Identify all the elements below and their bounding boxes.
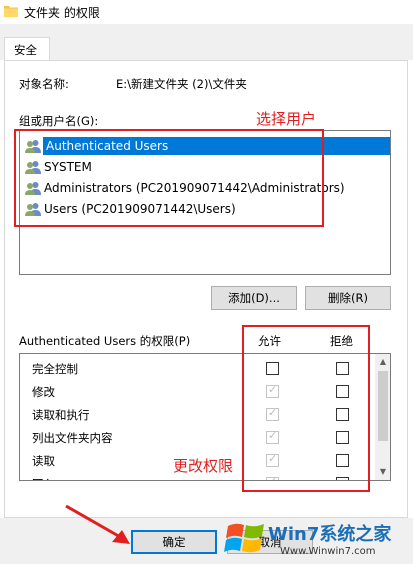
permissions-label: Authenticated Users 的权限(P) [19,334,191,348]
watermark: Win7系统之家 Www.Winwin7.com [218,510,413,564]
permissions-scrollbar[interactable]: ▲ ▼ [375,354,390,480]
select-user-highlight [14,129,324,227]
watermark-url: Www.Winwin7.com [280,546,376,557]
permission-highlight [242,325,370,492]
permission-label: 读取 [32,454,55,468]
tab-strip [0,24,413,60]
object-name-value: E:\新建文件夹 (2)\文件夹 [116,77,247,91]
tab-security[interactable]: 安全 [4,37,50,61]
scroll-up-icon[interactable]: ▲ [375,354,390,370]
permission-label: 完全控制 [32,362,78,376]
watermark-brand: Win7系统之家 [268,524,392,545]
title-bar: 文件夹 的权限 [0,0,413,24]
change-permission-annotation: 更改权限 [173,457,234,475]
permission-label: 读取和执行 [32,408,90,422]
select-user-annotation: 选择用户 [256,110,317,128]
scroll-down-icon[interactable]: ▼ [375,464,390,480]
folder-icon [4,6,18,17]
ok-button[interactable]: 确定 [131,530,217,554]
remove-button[interactable]: 删除(R) [305,286,391,310]
object-name-label: 对象名称: [19,77,69,91]
permission-label: 写入 [32,476,55,480]
windows-logo-icon [224,523,264,553]
tab-security-label: 安全 [14,43,37,57]
arrow-annotation-icon [65,504,130,544]
permission-label: 修改 [32,385,55,399]
scroll-thumb[interactable] [378,371,388,441]
groups-label: 组或用户名(G): [19,114,99,128]
window-title: 文件夹 的权限 [24,6,100,20]
permission-label: 列出文件夹内容 [32,431,113,445]
add-button[interactable]: 添加(D)... [211,286,297,310]
